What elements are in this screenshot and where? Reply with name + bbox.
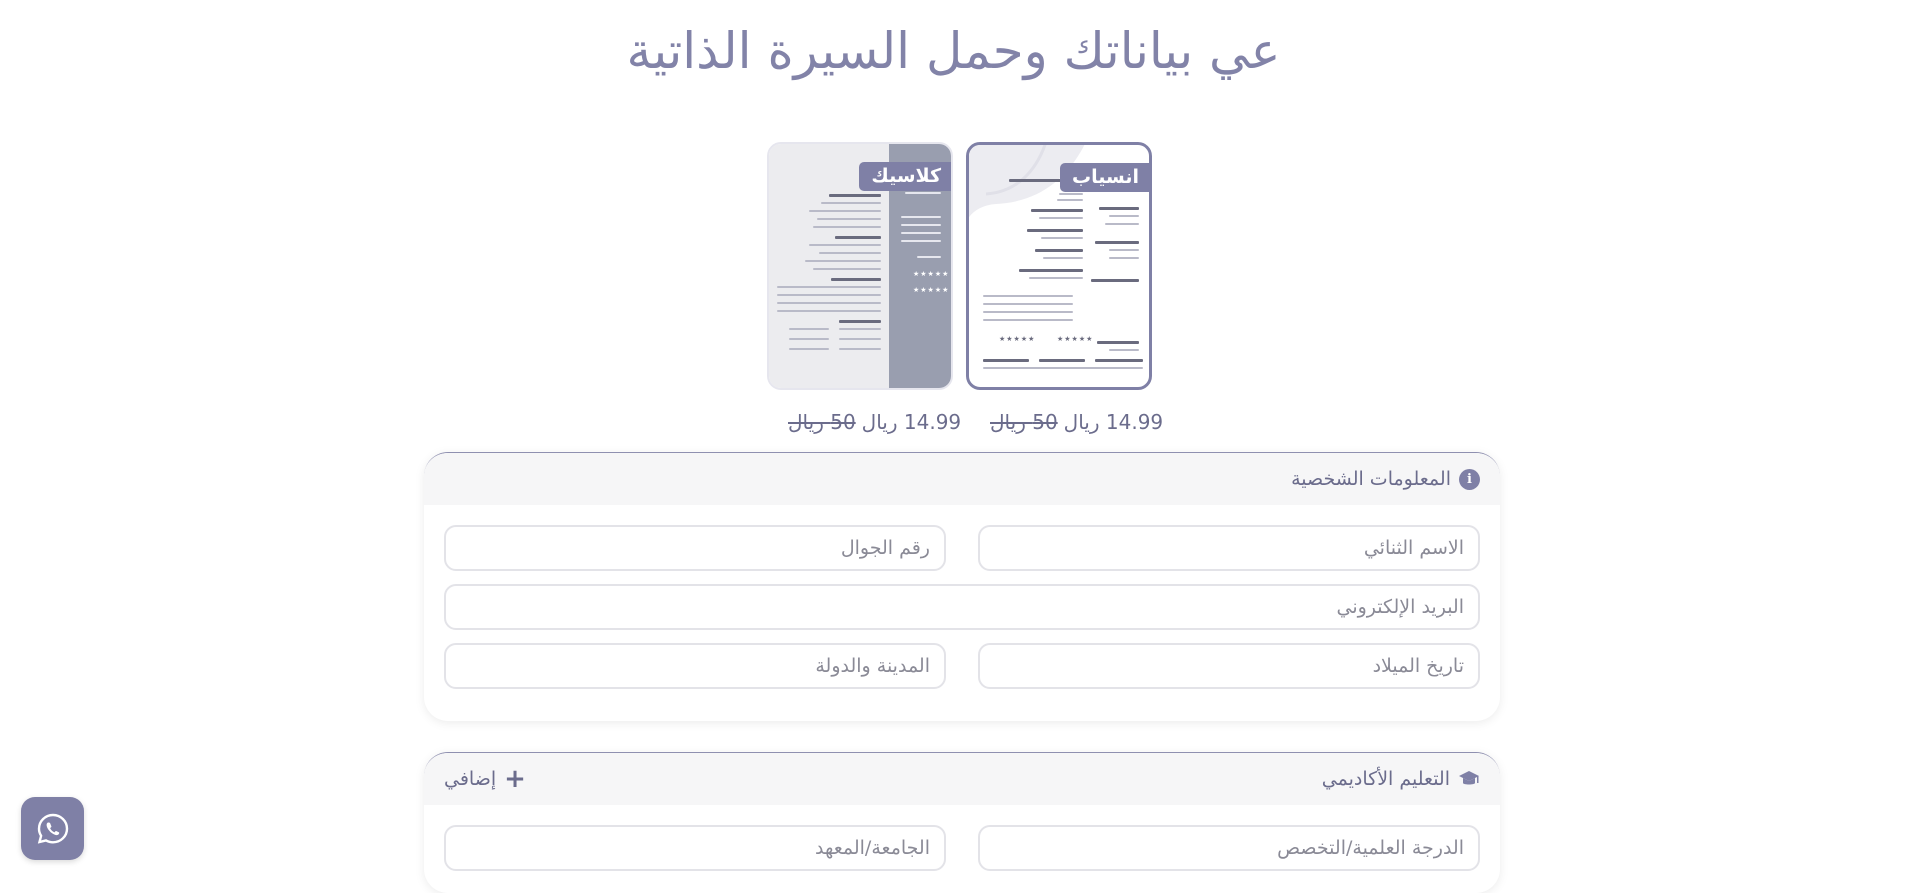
- personal-info-section: i المعلومات الشخصية: [424, 452, 1500, 721]
- education-title: التعليم الأكاديمي: [1321, 768, 1450, 790]
- template-old-price: 50 ريال: [788, 410, 856, 434]
- section-header: i المعلومات الشخصية: [424, 453, 1500, 505]
- birthdate-input[interactable]: [978, 643, 1480, 689]
- template-price-classic: 14.99 ريال50 ريال: [788, 410, 961, 434]
- template-price: 14.99 ريال: [861, 410, 962, 434]
- template-old-price: 50 ريال: [990, 410, 1058, 434]
- template-price-insiyab: 14.99 ريال50 ريال: [990, 410, 1163, 434]
- graduation-cap-icon: [1458, 769, 1480, 789]
- personal-info-title: المعلومات الشخصية: [1291, 468, 1451, 490]
- section-title: i المعلومات الشخصية: [1291, 468, 1480, 490]
- city-country-input[interactable]: [444, 643, 946, 689]
- add-education-button[interactable]: + إضافي: [444, 753, 526, 805]
- whatsapp-icon: [37, 813, 68, 844]
- page-title: عي بياناتك وحمل السيرة الذاتية: [626, 22, 1281, 80]
- email-input[interactable]: [444, 584, 1480, 630]
- template-price: 14.99 ريال: [1063, 410, 1164, 434]
- education-section: التعليم الأكاديمي + إضافي: [424, 752, 1500, 893]
- degree-input[interactable]: [978, 825, 1480, 871]
- template-name-badge: انسياب: [1060, 163, 1149, 192]
- template-card-classic[interactable]: ★★★★★ ★★★★★ كلاسيك: [767, 142, 953, 390]
- plus-icon: +: [504, 764, 526, 794]
- university-input[interactable]: [444, 825, 946, 871]
- section-title: التعليم الأكاديمي: [1322, 768, 1480, 790]
- add-button-label: إضافي: [444, 768, 497, 790]
- section-header: التعليم الأكاديمي + إضافي: [424, 753, 1500, 805]
- second-name-input[interactable]: [978, 525, 1480, 571]
- template-card-insiyab[interactable]: ★★★★★ ★★★★★ انسياب: [966, 142, 1152, 390]
- info-icon: i: [1459, 468, 1480, 490]
- whatsapp-button[interactable]: [21, 797, 84, 860]
- phone-input[interactable]: [444, 525, 946, 571]
- template-name-badge: كلاسيك: [859, 162, 951, 191]
